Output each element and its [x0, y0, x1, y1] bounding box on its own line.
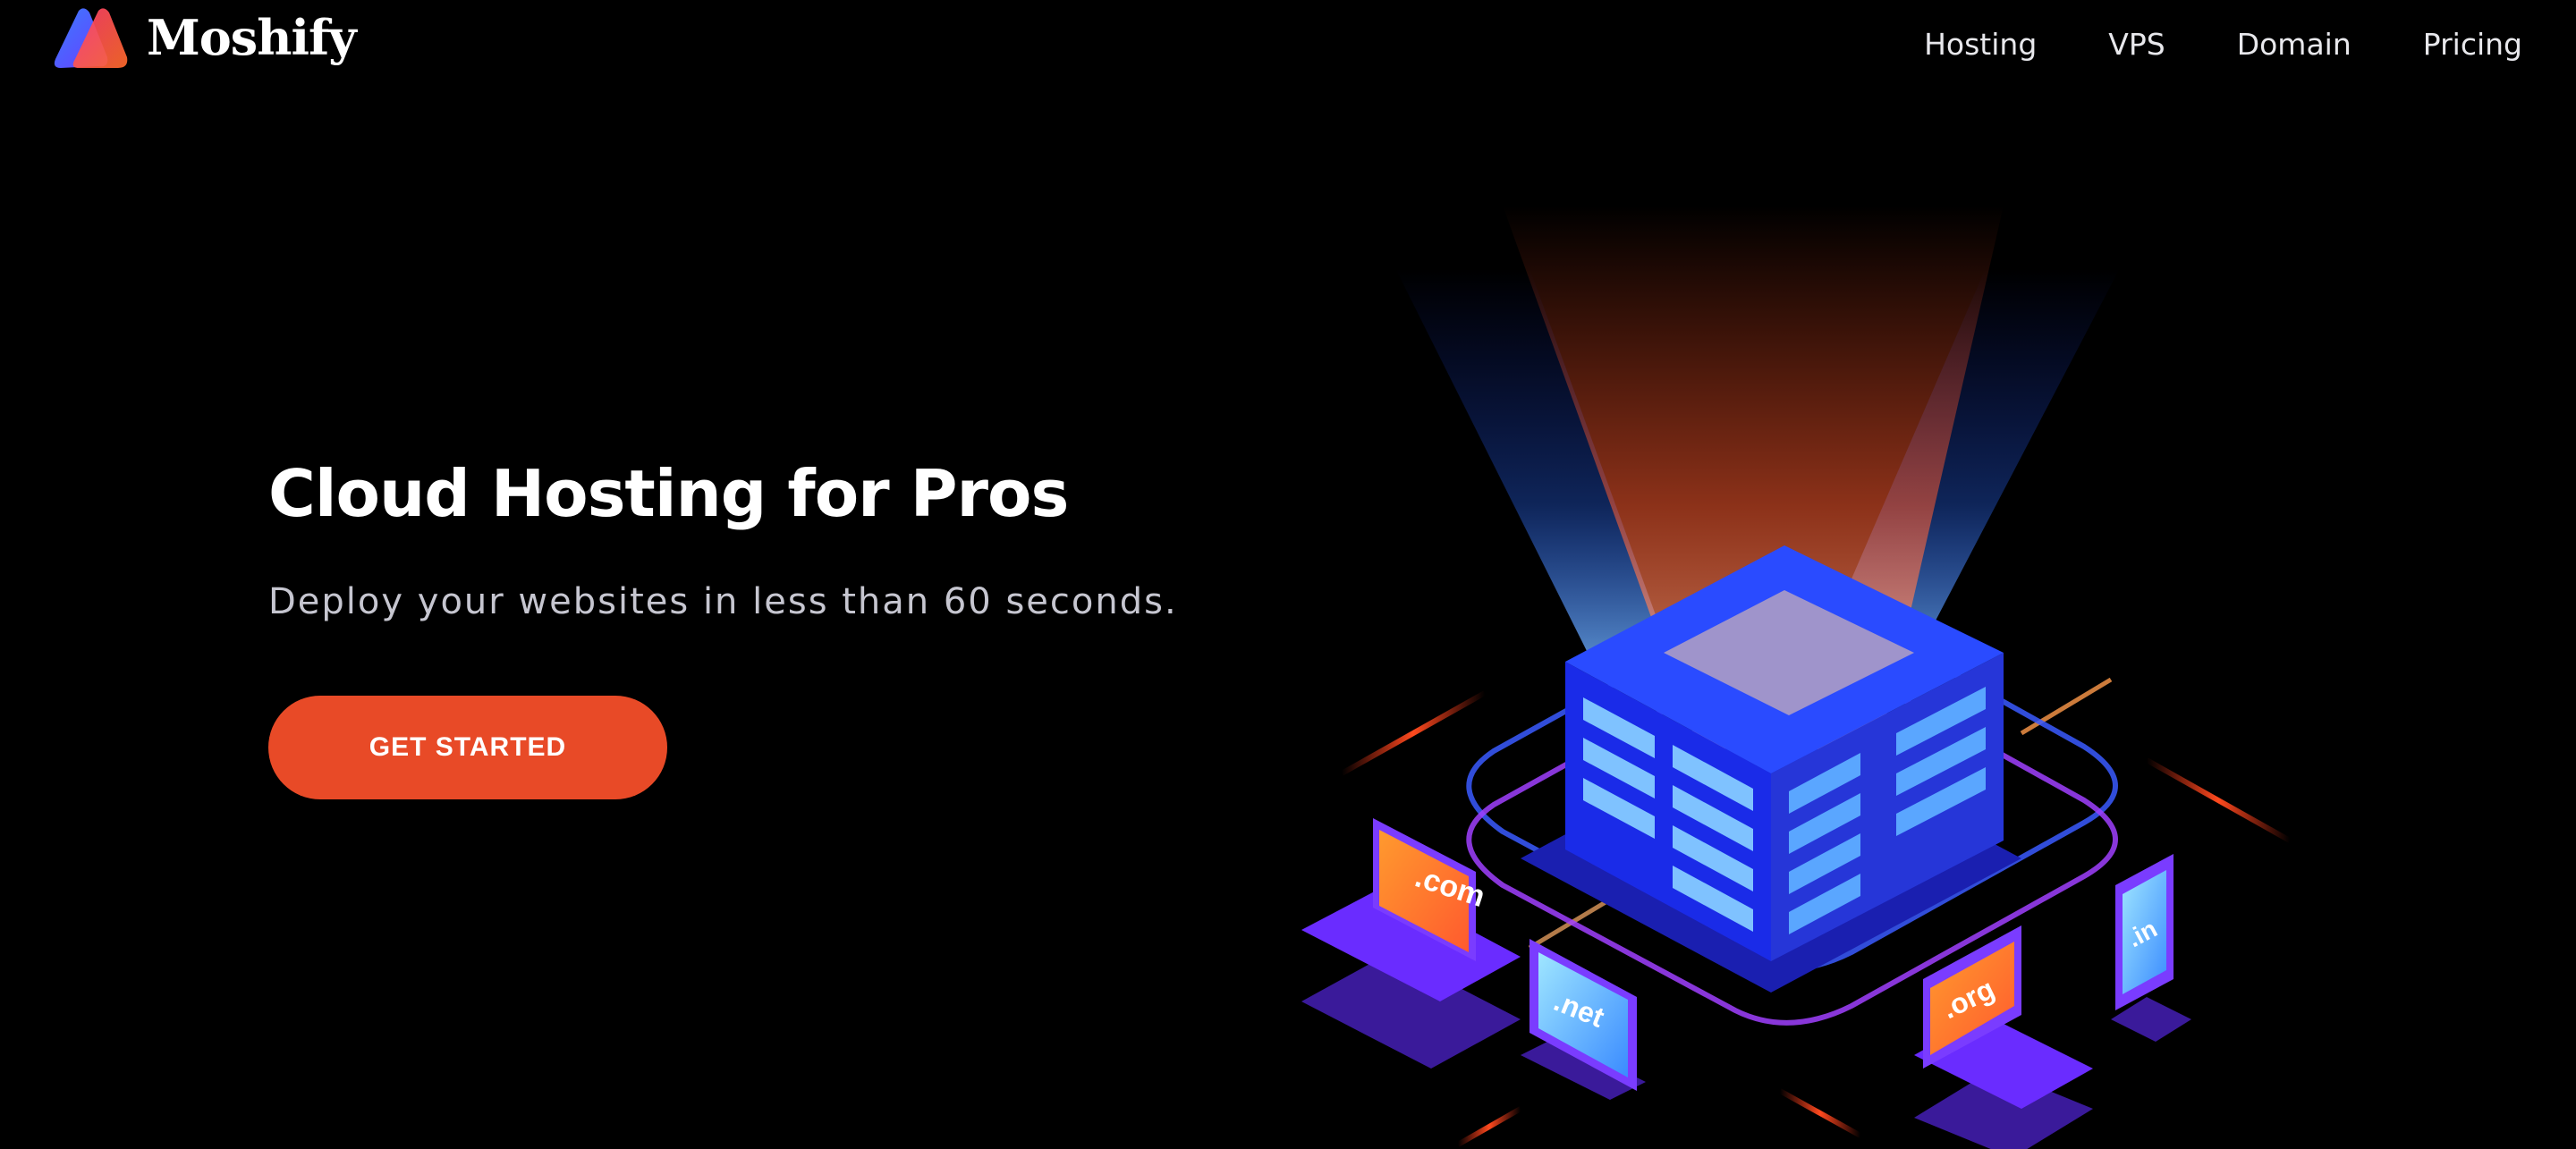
nav-vps[interactable]: VPS [2108, 27, 2165, 62]
main-nav: Hosting VPS Domain Pricing [1924, 27, 2522, 62]
hero-title: Cloud Hosting for Pros [268, 456, 1069, 531]
laptop-com: .com [1301, 818, 1521, 1069]
nav-domain[interactable]: Domain [2237, 27, 2351, 62]
nav-pricing[interactable]: Pricing [2423, 27, 2522, 62]
nav-hosting[interactable]: Hosting [1924, 27, 2037, 62]
page: Moshify Hosting VPS Domain Pricing Cloud… [0, 0, 2576, 1149]
logo-icon [54, 8, 128, 68]
hero-subtitle: Deploy your websites in less than 60 sec… [268, 581, 1178, 622]
tablet-net: .net [1521, 939, 1646, 1100]
hosting-illustration: .com .net .org .in [1301, 206, 2292, 1149]
brand-name: Moshify [147, 9, 357, 66]
get-started-button[interactable]: GET STARTED [268, 696, 667, 799]
brand-logo[interactable]: Moshify [52, 5, 357, 73]
phone-in: .in [2111, 854, 2191, 1042]
